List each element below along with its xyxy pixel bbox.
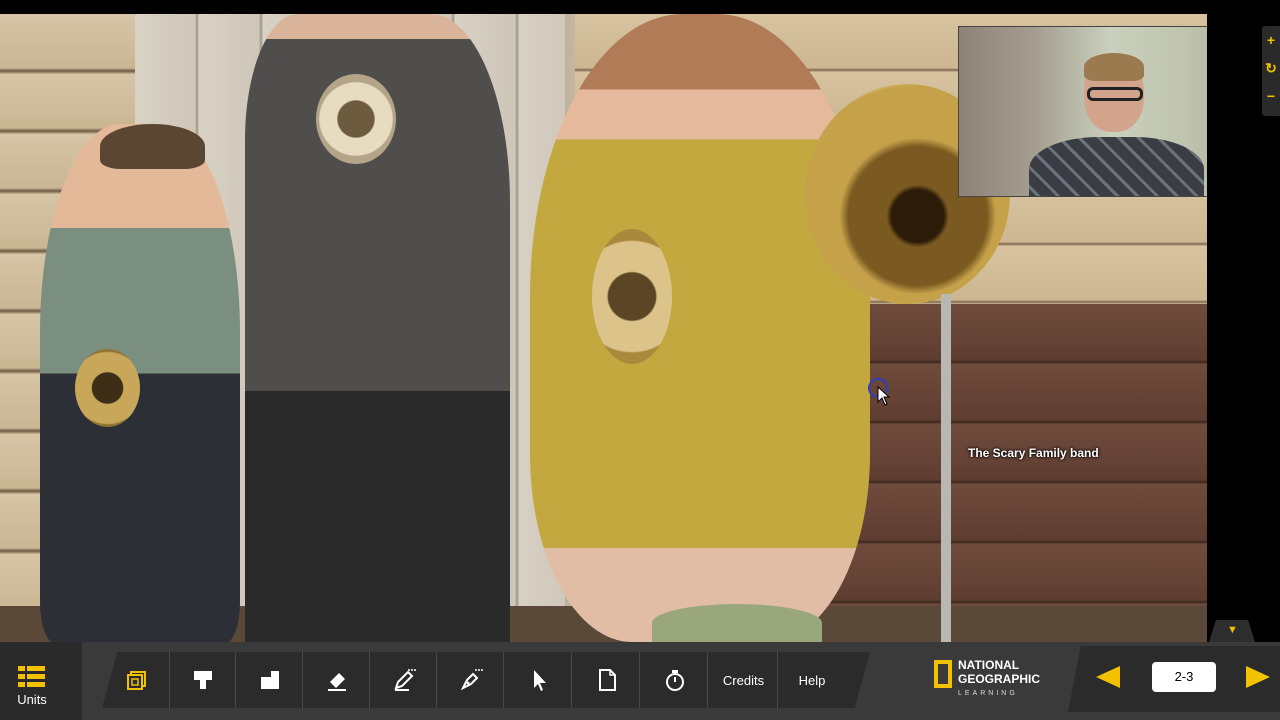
timer-tool[interactable] [642,652,708,708]
expand-toolbar-tab[interactable]: ▼ [1209,620,1255,642]
previous-page-icon[interactable] [1094,664,1122,690]
yellow-border-icon [934,660,952,688]
presenter-shirt [1029,137,1204,196]
gramophone-stand [941,294,951,642]
timer-icon [665,670,684,691]
boy-cap [100,124,205,169]
eraser-tool[interactable] [304,652,370,708]
presenter-video [1029,53,1204,196]
pen-tool[interactable] [371,652,437,708]
layers-icon [126,671,146,690]
page-icon [598,669,616,691]
mouse-cursor-icon [877,386,891,406]
pointer-tool[interactable] [506,652,572,708]
brand-line-1: NATIONAL [958,658,1020,672]
trumpet-horn [316,74,396,164]
presenter-glasses [1087,87,1143,101]
pointer-icon [533,670,546,691]
ukulele-horn [75,349,140,427]
minus-icon[interactable]: − [1262,82,1280,110]
help-button[interactable]: Help [778,652,846,708]
units-button[interactable]: Units [0,642,82,720]
highlighter-icon [460,669,483,691]
zoom-tools: + ↻ − [1262,26,1280,116]
chevron-down-icon: ▼ [1227,624,1238,636]
marker-tool[interactable] [170,652,236,708]
violin-horn [592,229,672,364]
highlighter-tool[interactable] [438,652,504,708]
woman-figure [530,14,870,642]
bottom-toolbar: Units Credits Help NATIONAL GEOGRAPHIC L… [0,642,1280,720]
rotate-icon[interactable]: ↻ [1262,54,1280,82]
presenter-hair [1084,53,1144,81]
marker-icon [193,671,212,689]
grid-list-icon [18,666,48,688]
units-label: Units [17,692,47,707]
page-number-field[interactable]: 2-3 [1152,662,1216,692]
photo-caption: The Scary Family band [968,446,1099,460]
reveal-icon [260,671,279,689]
boy-figure [40,124,240,642]
plus-icon[interactable]: + [1262,26,1280,54]
instrument-case [652,604,822,642]
eraser-icon [327,673,346,691]
layers-tool[interactable] [104,652,170,708]
page-tool[interactable] [574,652,640,708]
national-geographic-logo: NATIONAL GEOGRAPHIC LEARNING [930,656,1055,704]
reveal-tool[interactable] [237,652,303,708]
credits-button[interactable]: Credits [710,652,778,708]
next-page-icon[interactable] [1244,664,1272,690]
brand-line-3: LEARNING [958,690,1018,697]
presentation-stage: The Scary Family band + ↻ − ▼ Units Cred… [0,0,1280,720]
top-strip [0,0,1280,14]
brand-line-2: GEOGRAPHIC [958,672,1041,686]
pen-icon [393,669,416,691]
